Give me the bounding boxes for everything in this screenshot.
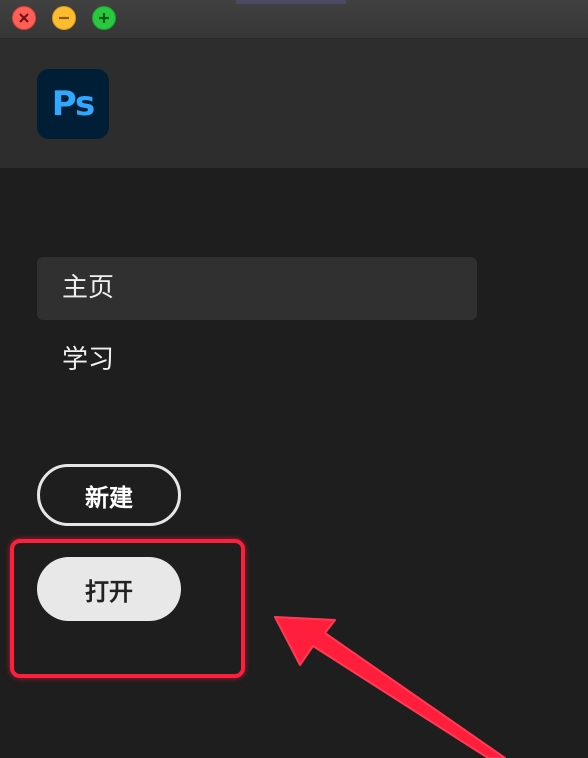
close-window-button[interactable] [12,6,36,30]
window-titlebar [0,0,588,39]
maximize-window-button[interactable] [92,6,116,30]
annotation-highlight-box [10,539,245,678]
sidebar-item-label: 主页 [62,273,115,303]
titlebar-tab-hint [236,0,346,4]
close-icon [19,13,29,23]
photoshop-logo: Ps [37,69,109,139]
minimize-window-button[interactable] [52,6,76,30]
photoshop-logo-text: Ps [51,84,96,124]
new-button-label: 新建 [85,483,133,512]
sidebar-item-home[interactable]: 主页 [37,257,477,320]
minimize-icon [59,16,69,20]
app-header: Ps [0,39,588,168]
sidebar-item-label: 学习 [62,345,115,375]
sidebar-item-learn[interactable]: 学习 [37,329,477,392]
new-button[interactable]: 新建 [37,464,181,526]
maximize-icon [99,13,109,23]
